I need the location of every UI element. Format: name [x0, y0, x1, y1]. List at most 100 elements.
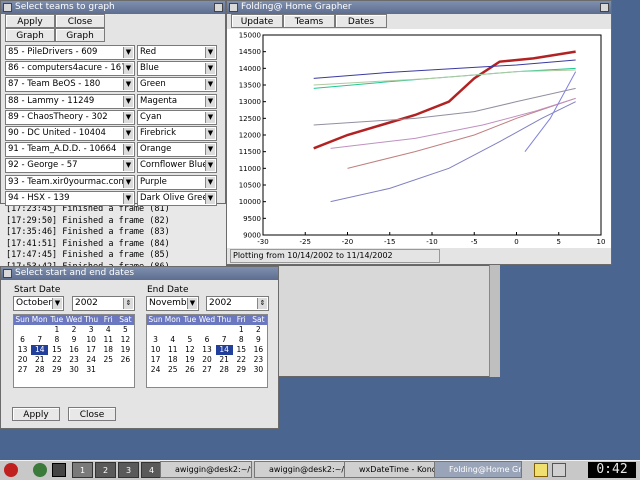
calendar-day[interactable]: 5	[181, 335, 198, 345]
start-menu-icon[interactable]	[4, 463, 18, 477]
color-select[interactable]: Purple ▼	[137, 174, 217, 190]
start-year-spin[interactable]: 2002 ⇕	[72, 296, 135, 311]
dates-button[interactable]: Dates	[335, 14, 387, 28]
window-menu-icon[interactable]	[3, 269, 12, 278]
calendar-day[interactable]: 8	[233, 335, 250, 345]
calendar-day[interactable]: 26	[117, 355, 134, 365]
team-select[interactable]: 85 - PileDrivers - 609 ▼	[5, 45, 135, 60]
calendar-day[interactable]: 15	[233, 345, 250, 355]
calendar-day[interactable]: 29	[48, 365, 65, 375]
color-select[interactable]: Magenta ▼	[137, 93, 217, 109]
calendar-day[interactable]: 15	[48, 345, 65, 355]
close-icon[interactable]	[214, 3, 223, 12]
calendar-day[interactable]: 19	[181, 355, 198, 365]
calendar-day[interactable]: 6	[198, 335, 215, 345]
close-icon[interactable]	[600, 3, 609, 12]
calendar-day[interactable]: 11	[164, 345, 181, 355]
team-select[interactable]: 91 - Team_A.D.D. - 10664 ▼	[5, 142, 135, 158]
calendar-day[interactable]: 20	[14, 355, 31, 365]
team-select[interactable]: 92 - George - 57 ▼	[5, 158, 135, 174]
calendar-day[interactable]: 31	[83, 365, 100, 375]
taskbar-task[interactable]: wxDateTime - Konq	[344, 461, 436, 478]
calendar-day[interactable]: 24	[147, 365, 164, 375]
apply-button[interactable]: Apply	[5, 14, 55, 28]
calendar-day[interactable]: 13	[198, 345, 215, 355]
calendar-day[interactable]: 16	[250, 345, 267, 355]
team-select[interactable]: 93 - Team.xir0yourmac.com - 182▼	[5, 174, 135, 190]
calendar-day[interactable]: 3	[83, 325, 100, 335]
taskbar-task[interactable]: Folding@Home Gra	[434, 461, 522, 478]
team-select[interactable]: 86 - computers4acure - 167 ▼	[5, 61, 135, 77]
end-calendar[interactable]: Sun Mon Tue Wed Thu Fri Sat 1 2 3 4 5 6 7 8 9 10 11 12 13 14…	[146, 314, 268, 388]
color-select[interactable]: Cornflower Blue ▼	[137, 158, 217, 174]
desktop-switch-4[interactable]: 4	[141, 462, 162, 478]
calendar-day[interactable]: 28	[31, 365, 48, 375]
close-button[interactable]: Close	[55, 14, 105, 28]
color-select[interactable]: Firebrick ▼	[137, 126, 217, 141]
calendar-day[interactable]: 21	[216, 355, 233, 365]
desktop-switch-2[interactable]: 2	[95, 462, 116, 478]
calendar-day[interactable]: 11	[100, 335, 117, 345]
calendar-day[interactable]: 6	[14, 335, 31, 345]
desktop-switch-3[interactable]: 3	[118, 462, 139, 478]
color-select[interactable]: Dark Olive Green ▼	[137, 190, 217, 206]
tray-icon[interactable]	[552, 463, 566, 477]
teams-button[interactable]: Teams	[283, 14, 335, 28]
tray-icon[interactable]	[534, 463, 548, 477]
calendar-day[interactable]: 25	[100, 355, 117, 365]
color-select[interactable]: Blue ▼	[137, 61, 217, 77]
update-button[interactable]: Update	[231, 14, 283, 28]
calendar-day[interactable]: 17	[83, 345, 100, 355]
team-select[interactable]: 94 - HSX - 139 ▼	[5, 190, 135, 206]
calendar-day[interactable]: 17	[147, 355, 164, 365]
end-year-spin[interactable]: 2002 ⇕	[206, 296, 269, 311]
desktop-switch-1[interactable]: 1	[72, 462, 93, 478]
calendar-day[interactable]: 12	[117, 335, 134, 345]
dates-close-button[interactable]: Close	[68, 407, 116, 421]
color-select[interactable]: Red ▼	[137, 45, 217, 60]
terminal-launch-icon[interactable]	[52, 463, 66, 477]
calendar-day[interactable]: 3	[147, 335, 164, 345]
calendar-day[interactable]: 7	[216, 335, 233, 345]
color-select[interactable]: Orange ▼	[137, 142, 217, 158]
calendar-day[interactable]: 7	[31, 335, 48, 345]
calendar-day[interactable]: 27	[198, 365, 215, 375]
calendar-day[interactable]: 4	[100, 325, 117, 335]
calendar-day[interactable]: 21	[31, 355, 48, 365]
calendar-day[interactable]: 5	[117, 325, 134, 335]
spin-arrows-icon[interactable]: ⇕	[257, 298, 267, 309]
dates-apply-button[interactable]: Apply	[12, 407, 60, 421]
start-calendar[interactable]: Sun Mon Tue Wed Thu Fri Sat 1 2 3 4 5 6 7 8 9 10 11 12 13 14…	[13, 314, 135, 388]
team-select[interactable]: 88 - Lammy - 11249 ▼	[5, 93, 135, 109]
calendar-day[interactable]: 19	[117, 345, 134, 355]
browser-icon[interactable]	[33, 463, 47, 477]
color-select[interactable]: Green ▼	[137, 77, 217, 93]
grapher-titlebar[interactable]: Folding@ Home Grapher	[227, 1, 611, 14]
graph-above-button[interactable]: Graph Above	[5, 28, 55, 55]
window-menu-icon[interactable]	[3, 3, 12, 12]
window-menu-icon[interactable]	[229, 3, 238, 12]
calendar-day[interactable]: 24	[83, 355, 100, 365]
calendar-day[interactable]: 26	[181, 365, 198, 375]
calendar-day[interactable]: 14	[215, 345, 233, 355]
calendar-day[interactable]: 1	[233, 325, 250, 335]
calendar-day[interactable]: 30	[250, 365, 267, 375]
taskbar-task[interactable]: awiggin@desk2:~/fo	[160, 461, 252, 478]
calendar-day[interactable]: 27	[14, 365, 31, 375]
graph-below-button[interactable]: Graph Below	[55, 28, 105, 55]
calendar-day[interactable]: 8	[48, 335, 65, 345]
spin-arrows-icon[interactable]: ⇕	[123, 298, 133, 309]
calendar-day[interactable]: 20	[198, 355, 215, 365]
calendar-day[interactable]: 2	[250, 325, 267, 335]
calendar-day[interactable]: 23	[250, 355, 267, 365]
calendar-day[interactable]: 12	[181, 345, 198, 355]
calendar-day[interactable]: 16	[65, 345, 82, 355]
calendar-day[interactable]: 29	[233, 365, 250, 375]
calendar-day[interactable]: 10	[147, 345, 164, 355]
calendar-day[interactable]: 18	[100, 345, 117, 355]
calendar-day[interactable]: 23	[65, 355, 82, 365]
teams-window-titlebar[interactable]: Select teams to graph	[1, 1, 225, 14]
calendar-day[interactable]: 4	[164, 335, 181, 345]
start-month-select[interactable]: October ▼	[13, 296, 64, 311]
calendar-day[interactable]: 18	[164, 355, 181, 365]
